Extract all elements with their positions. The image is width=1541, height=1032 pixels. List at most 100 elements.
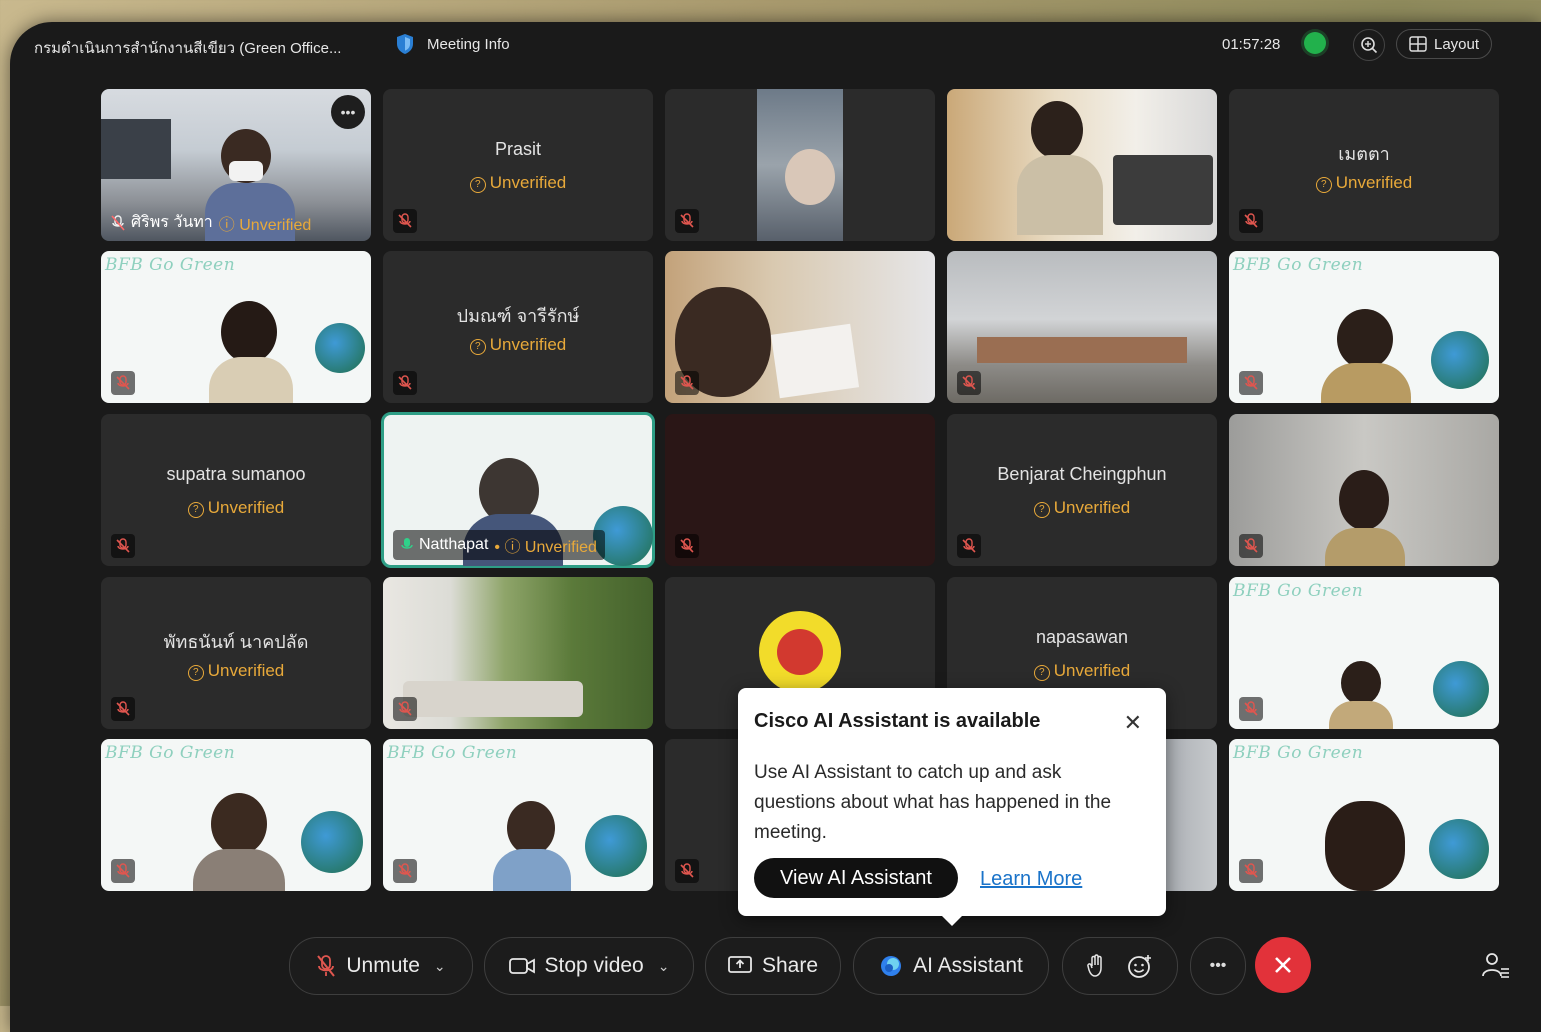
unverified-badge: ? Unverified xyxy=(383,173,653,193)
info-icon: ? xyxy=(469,177,486,193)
chevron-down-icon[interactable]: ⌄ xyxy=(658,958,670,975)
chevron-down-icon[interactable]: ⌄ xyxy=(434,958,446,975)
layout-label: Layout xyxy=(1434,35,1480,53)
mic-muted-icon xyxy=(393,697,417,721)
globe-logo xyxy=(301,811,363,873)
active-speaker-tile[interactable]: Natthapat • ⓘ Unverified xyxy=(381,412,655,568)
background-shelves xyxy=(101,119,171,179)
mic-muted-icon xyxy=(1239,209,1263,233)
green-banner: BFB Go Green xyxy=(105,255,236,275)
mic-muted-icon xyxy=(1239,859,1263,883)
participant-name: supatra sumanoo xyxy=(166,464,306,484)
info-icon: ? xyxy=(187,665,204,681)
globe-logo xyxy=(585,815,647,877)
participant-name: Benjarat Cheingphun xyxy=(997,464,1167,484)
participants-icon[interactable] xyxy=(1480,950,1510,980)
meeting-info-button[interactable]: Meeting Info xyxy=(395,33,510,55)
close-icon xyxy=(1275,957,1291,973)
info-icon: ? xyxy=(187,502,204,518)
mic-muted-icon xyxy=(393,371,417,395)
video-tile[interactable]: BFB Go Green xyxy=(101,251,371,403)
meeting-info-label: Meeting Info xyxy=(427,35,510,53)
video-tile[interactable]: BFB Go Green xyxy=(1229,577,1499,729)
participant-body xyxy=(1329,701,1393,729)
green-banner: BFB Go Green xyxy=(1233,743,1364,763)
globe-logo xyxy=(1431,331,1489,389)
video-tile[interactable]: BFB Go Green xyxy=(101,739,371,891)
mic-muted-icon xyxy=(957,534,981,558)
meeting-timer: 01:57:28 xyxy=(1222,36,1281,53)
share-button[interactable]: Share xyxy=(705,937,841,995)
video-tile[interactable] xyxy=(1229,414,1499,566)
video-tile[interactable] xyxy=(947,251,1217,403)
mic-muted-icon xyxy=(675,859,699,883)
mic-muted-icon xyxy=(393,209,417,233)
video-tile[interactable] xyxy=(665,414,935,566)
video-tile[interactable]: supatra sumanoo ? Unverified xyxy=(101,414,371,566)
ai-assistant-button[interactable]: AI Assistant xyxy=(853,937,1049,995)
video-tile[interactable] xyxy=(383,577,653,729)
layout-grid-icon xyxy=(1409,36,1427,52)
zoom-button[interactable] xyxy=(1353,29,1385,61)
unmute-label: Unmute xyxy=(346,954,420,977)
view-ai-assistant-button[interactable]: View AI Assistant xyxy=(754,858,958,898)
zoom-icon xyxy=(1361,37,1378,54)
mic-muted-icon xyxy=(393,859,417,883)
video-tile[interactable] xyxy=(665,251,935,403)
tile-more-button[interactable]: ••• xyxy=(331,95,365,129)
learn-more-link[interactable]: Learn More xyxy=(980,868,1082,891)
unverified-badge: ? Unverified xyxy=(947,661,1217,681)
mic-muted-icon xyxy=(957,371,981,395)
unmute-button[interactable]: Unmute ⌄ xyxy=(289,937,473,995)
participant-head xyxy=(1325,801,1405,891)
mic-muted-icon xyxy=(1239,534,1263,558)
video-tile[interactable]: Benjarat Cheingphun ? Unverified xyxy=(947,414,1217,566)
ai-assistant-label: AI Assistant xyxy=(913,954,1023,977)
mic-muted-icon xyxy=(1239,371,1263,395)
ai-assistant-icon xyxy=(881,956,902,976)
participant-head xyxy=(1337,309,1393,369)
video-tile[interactable]: Prasit ? Unverified xyxy=(383,89,653,241)
connection-status-indicator[interactable] xyxy=(1304,32,1326,54)
emoji-reaction-icon[interactable] xyxy=(1127,953,1153,979)
unverified-badge: ? Unverified xyxy=(101,661,371,681)
close-icon[interactable]: ✕ xyxy=(1124,710,1142,736)
participant-name: ศิริพร วันทา xyxy=(131,214,213,231)
green-banner: BFB Go Green xyxy=(1233,255,1364,275)
video-tile[interactable] xyxy=(947,89,1217,241)
reactions-group xyxy=(1062,937,1178,995)
mic-muted-icon xyxy=(111,534,135,558)
video-tile[interactable]: ••• ศิริพร วันทา ⓘ Unverified xyxy=(101,89,371,241)
video-tile[interactable]: BFB Go Green xyxy=(1229,739,1499,891)
video-tile[interactable]: BFB Go Green xyxy=(383,739,653,891)
raise-hand-icon[interactable] xyxy=(1087,954,1105,978)
mic-muted-icon xyxy=(1239,697,1263,721)
video-tile[interactable]: BFB Go Green xyxy=(1229,251,1499,403)
participant-name: napasawan xyxy=(1035,627,1129,647)
popup-body: Use AI Assistant to catch up and ask que… xyxy=(754,762,1112,843)
avatar xyxy=(759,611,841,693)
leave-meeting-button[interactable] xyxy=(1255,937,1311,993)
participant-name: Prasit xyxy=(494,139,541,159)
layout-button[interactable]: Layout xyxy=(1396,29,1493,59)
unverified-badge: ? Unverified xyxy=(101,498,371,518)
share-screen-icon xyxy=(728,956,752,973)
mic-muted-icon xyxy=(675,534,699,558)
video-tile[interactable]: ปมณฑ์ จารีรักษ์ ? Unverified xyxy=(383,251,653,403)
participant-head xyxy=(785,149,835,205)
share-label: Share xyxy=(761,954,819,977)
more-options-button[interactable]: ••• xyxy=(1190,937,1246,995)
ai-assistant-popup: Cisco AI Assistant is available ✕ Use AI… xyxy=(738,688,1166,926)
participant-head xyxy=(221,301,277,363)
stop-video-button[interactable]: Stop video ⌄ xyxy=(484,937,694,995)
unverified-badge: ? Unverified xyxy=(383,335,653,355)
video-tile[interactable]: พัทธนันท์ นาคปลัด ? Unverified xyxy=(101,577,371,729)
participant-body xyxy=(209,357,293,403)
video-tile[interactable] xyxy=(665,89,935,241)
info-icon: ? xyxy=(469,339,486,355)
participant-name: เมตตา xyxy=(1338,144,1390,164)
tile-name-label: Natthapat • ⓘ Unverified xyxy=(393,530,605,560)
video-tile[interactable]: เมตตา ? Unverified xyxy=(1229,89,1499,241)
participant-body xyxy=(1321,363,1411,403)
mic-muted-icon xyxy=(111,859,135,883)
